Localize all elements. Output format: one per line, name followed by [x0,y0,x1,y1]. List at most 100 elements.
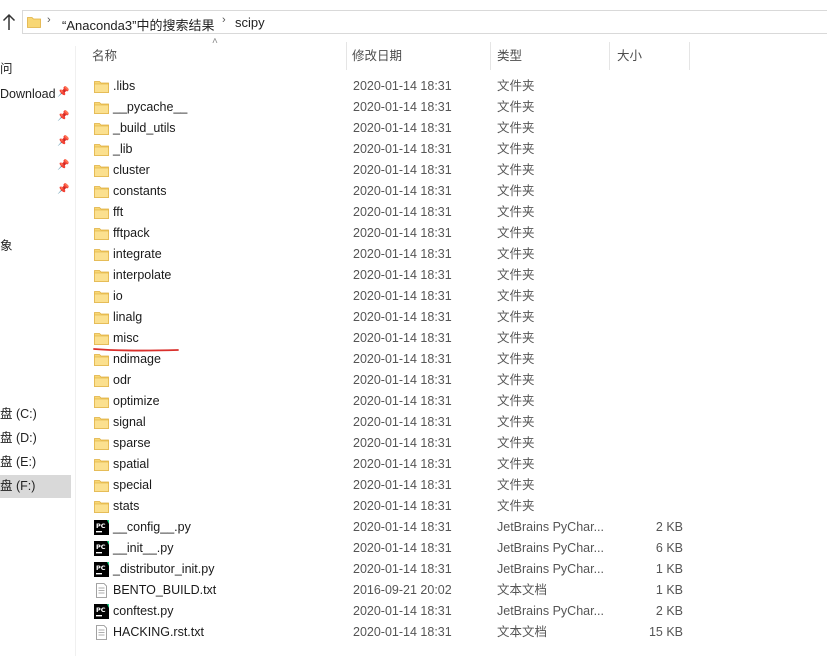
file-type: JetBrains PyChar... [497,562,604,576]
nav-item-drive-d[interactable]: 盘 (D:) [0,428,37,448]
folder-icon [94,499,109,514]
file-row[interactable]: fftpack 2020-01-14 18:31 文件夹 [86,223,686,244]
file-type: 文件夹 [497,226,535,240]
file-name[interactable]: HACKING.rst.txt [113,622,204,643]
file-row[interactable]: odr 2020-01-14 18:31 文件夹 [86,370,686,391]
file-date: 2020-01-14 18:31 [353,499,452,513]
file-row[interactable]: interpolate 2020-01-14 18:31 文件夹 [86,265,686,286]
file-row[interactable]: HACKING.rst.txt 2020-01-14 18:31 文本文档 15 KB [86,622,686,643]
red-underline-mark [93,348,179,352]
pycharm-file-icon: PC [94,541,109,556]
file-name[interactable]: signal [113,412,146,433]
nav-item-download[interactable]: Download [0,84,56,104]
file-row[interactable]: PC __config__.py 2020-01-14 18:31 JetBrains… [86,517,686,538]
file-row[interactable]: .libs 2020-01-14 18:31 文件夹 [86,76,686,97]
file-name[interactable]: __config__.py [113,517,191,538]
file-row[interactable]: integrate 2020-01-14 18:31 文件夹 [86,244,686,265]
file-row[interactable]: _lib 2020-01-14 18:31 文件夹 [86,139,686,160]
file-row[interactable]: stats 2020-01-14 18:31 文件夹 [86,496,686,517]
nav-item-quick-access[interactable]: 问 [0,59,13,79]
file-name[interactable]: stats [113,496,139,517]
column-divider[interactable] [490,42,491,70]
file-date: 2020-01-14 18:31 [353,205,452,219]
file-name[interactable]: _lib [113,139,132,160]
breadcrumb-scipy[interactable]: scipy [235,15,265,30]
svg-text:PC: PC [96,522,106,530]
file-row[interactable]: cluster 2020-01-14 18:31 文件夹 [86,160,686,181]
file-name[interactable]: spatial [113,454,149,475]
chevron-right-icon[interactable]: › [47,14,51,26]
up-arrow-icon[interactable] [2,13,16,31]
file-size: 2 KB [655,604,683,618]
file-name[interactable]: __pycache__ [113,97,187,118]
chevron-right-icon[interactable]: › [222,14,226,26]
file-row[interactable]: PC conftest.py 2020-01-14 18:31 JetBrains P… [86,601,686,622]
file-row[interactable]: fft 2020-01-14 18:31 文件夹 [86,202,686,223]
file-date: 2020-01-14 18:31 [353,226,452,240]
breadcrumb-search-results[interactable]: “Anaconda3”中的搜索结果 [62,15,214,34]
pane-divider[interactable] [75,46,76,656]
file-type: 文件夹 [497,415,535,429]
file-size: 6 KB [655,541,683,555]
file-row[interactable]: PC __init__.py 2020-01-14 18:31 JetBrains P… [86,538,686,559]
file-name[interactable]: cluster [113,160,150,181]
file-row[interactable]: io 2020-01-14 18:31 文件夹 [86,286,686,307]
file-row[interactable]: _build_utils 2020-01-14 18:31 文件夹 [86,118,686,139]
file-name[interactable]: fftpack [113,223,150,244]
file-name[interactable]: linalg [113,307,142,328]
column-header-type[interactable]: 类型 [497,42,522,70]
file-name[interactable]: __init__.py [113,538,173,559]
file-name[interactable]: misc [113,328,139,349]
nav-item-drive-c[interactable]: 盘 (C:) [0,404,37,424]
nav-item-drive-e[interactable]: 盘 (E:) [0,452,36,472]
file-name[interactable]: io [113,286,123,307]
column-divider[interactable] [346,42,347,70]
file-name[interactable]: _distributor_init.py [113,559,214,580]
file-row[interactable]: special 2020-01-14 18:31 文件夹 [86,475,686,496]
folder-icon [94,142,109,157]
file-row[interactable]: BENTO_BUILD.txt 2016-09-21 20:02 文本文档 1 KB [86,580,686,601]
file-type: 文件夹 [497,478,535,492]
file-name[interactable]: optimize [113,391,160,412]
file-date: 2020-01-14 18:31 [353,184,452,198]
pycharm-file-icon: PC [94,604,109,619]
file-row[interactable]: optimize 2020-01-14 18:31 文件夹 [86,391,686,412]
column-divider[interactable] [609,42,610,70]
file-name[interactable]: interpolate [113,265,171,286]
file-name[interactable]: odr [113,370,131,391]
file-name[interactable]: integrate [113,244,162,265]
file-name[interactable]: sparse [113,433,151,454]
file-row[interactable]: __pycache__ 2020-01-14 18:31 文件夹 [86,97,686,118]
file-row[interactable]: PC _distributor_init.py 2020-01-14 18:31 Je… [86,559,686,580]
file-name[interactable]: special [113,475,152,496]
file-row[interactable]: constants 2020-01-14 18:31 文件夹 [86,181,686,202]
file-date: 2020-01-14 18:31 [353,373,452,387]
file-row[interactable]: sparse 2020-01-14 18:31 文件夹 [86,433,686,454]
file-row[interactable]: signal 2020-01-14 18:31 文件夹 [86,412,686,433]
column-header-name[interactable]: 名称 [92,42,117,70]
column-divider[interactable] [689,42,690,70]
file-name[interactable]: fft [113,202,123,223]
file-size: 2 KB [655,520,683,534]
file-name[interactable]: _build_utils [113,118,176,139]
column-header-date[interactable]: 修改日期 [352,42,402,70]
file-row[interactable]: misc 2020-01-14 18:31 文件夹 [86,328,686,349]
file-date: 2020-01-14 18:31 [353,520,452,534]
file-date: 2020-01-14 18:31 [353,457,452,471]
file-type: 文本文档 [497,625,548,639]
file-row[interactable]: linalg 2020-01-14 18:31 文件夹 [86,307,686,328]
file-name[interactable]: BENTO_BUILD.txt [113,580,216,601]
pin-icon: 📌 [57,87,70,98]
address-bar[interactable]: › “Anaconda3”中的搜索结果 › scipy [22,10,827,34]
column-header-size[interactable]: 大小 [617,42,642,70]
folder-icon [94,478,109,493]
nav-item-objects[interactable]: 象 [0,236,13,256]
file-name[interactable]: .libs [113,76,135,97]
file-date: 2020-01-14 18:31 [353,478,452,492]
file-row[interactable]: spatial 2020-01-14 18:31 文件夹 [86,454,686,475]
file-name[interactable]: constants [113,181,167,202]
nav-item-drive-f[interactable]: 盘 (F:) [0,475,71,498]
folder-icon [94,436,109,451]
file-name[interactable]: conftest.py [113,601,173,622]
text-file-icon [94,625,109,640]
